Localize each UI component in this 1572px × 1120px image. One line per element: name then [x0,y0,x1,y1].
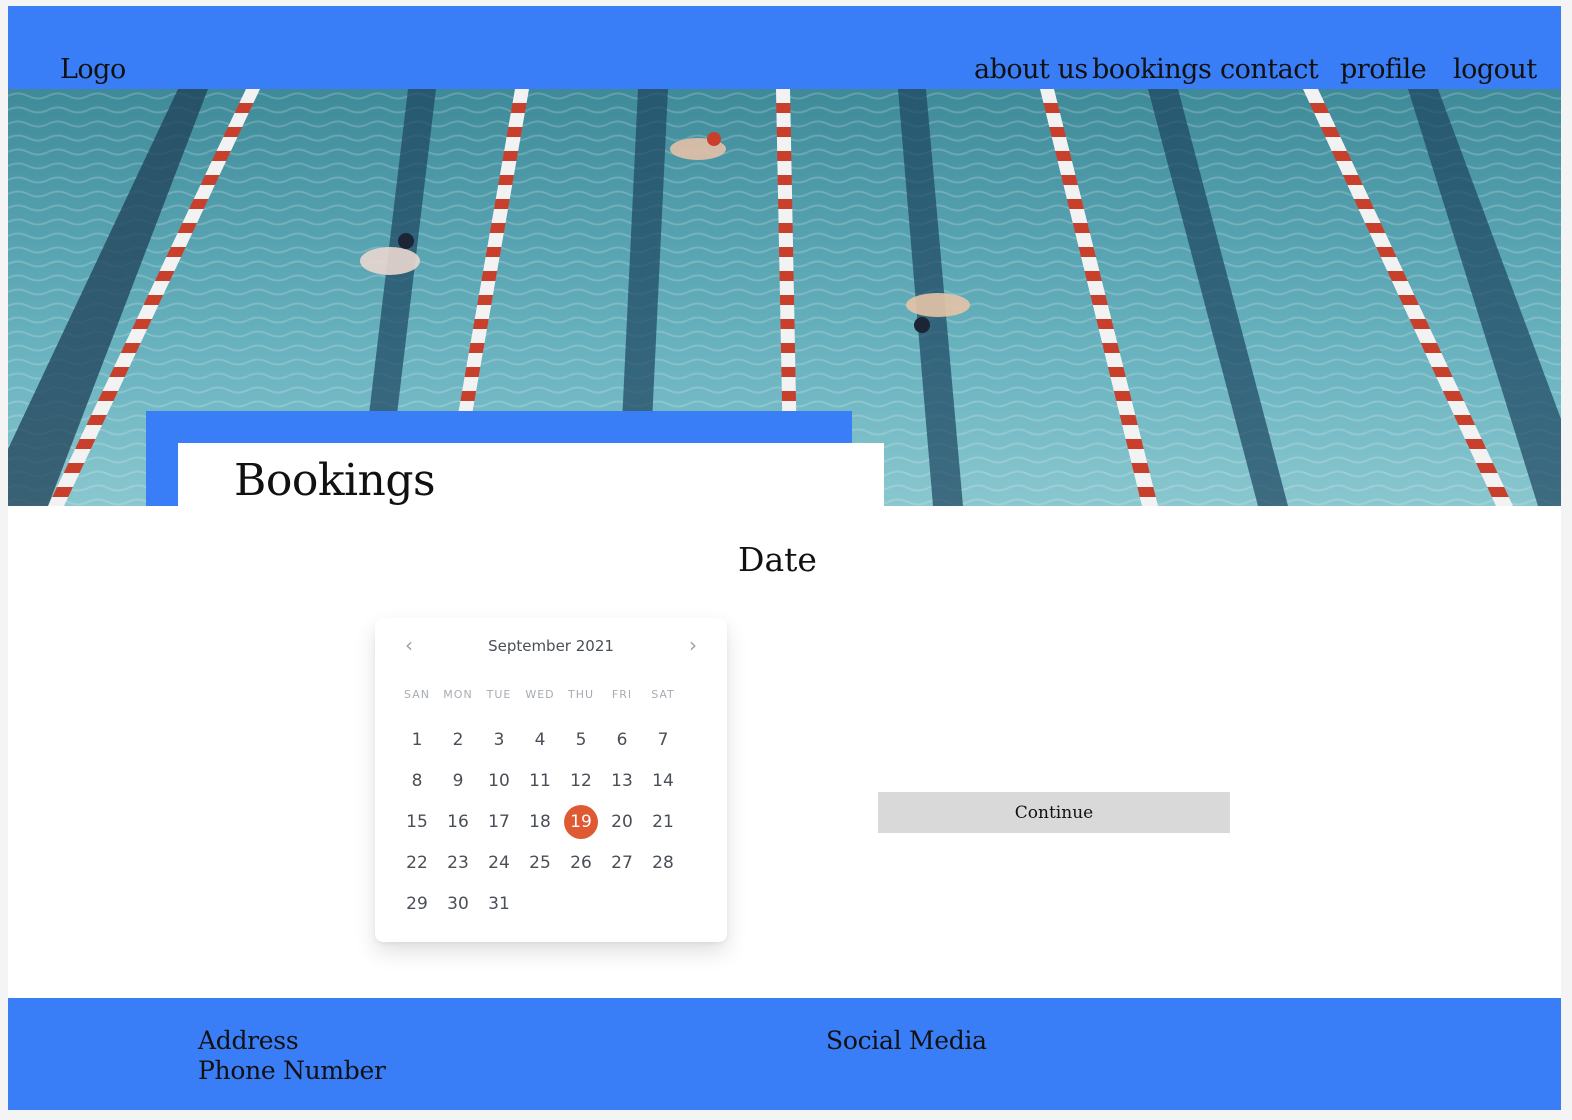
date-picker-calendar: ‹ September 2021 › SAN MON TUE WED THU F… [375,618,727,942]
calendar-day-selected[interactable]: 19 [564,805,598,839]
calendar-day[interactable]: 26 [564,846,598,880]
nav-about-us[interactable]: about us [974,54,1088,85]
calendar-day[interactable]: 18 [523,805,557,839]
chevron-right-icon[interactable]: › [681,633,705,657]
calendar-day[interactable]: 5 [564,723,598,757]
calendar-day[interactable]: 16 [441,805,475,839]
site-footer: Address Phone Number Social Media [8,998,1561,1110]
calendar-day[interactable]: 24 [482,846,516,880]
calendar-day[interactable]: 21 [646,805,680,839]
calendar-day[interactable]: 3 [482,723,516,757]
nav-bookings[interactable]: bookings [1092,54,1212,85]
footer-address: Address [198,1026,299,1055]
footer-phone: Phone Number [198,1056,386,1085]
weekday-label: MON [443,688,473,701]
nav-contact[interactable]: contact [1220,54,1319,85]
calendar-day[interactable]: 31 [482,887,516,921]
calendar-day[interactable]: 7 [646,723,680,757]
calendar-day[interactable]: 12 [564,764,598,798]
calendar-day[interactable]: 14 [646,764,680,798]
weekday-label: SAN [404,688,430,701]
page-title: Bookings [234,455,436,506]
nav-logout[interactable]: logout [1453,54,1537,85]
weekday-label: FRI [611,688,633,701]
calendar-day[interactable]: 25 [523,846,557,880]
logo[interactable]: Logo [60,54,126,85]
weekday-label: SAT [651,688,675,701]
calendar-day[interactable]: 29 [400,887,434,921]
calendar-day[interactable]: 6 [605,723,639,757]
nav-profile[interactable]: profile [1340,54,1427,85]
calendar-month-label: September 2021 [488,637,614,655]
calendar-day[interactable]: 10 [482,764,516,798]
calendar-day[interactable]: 27 [605,846,639,880]
weekday-label: WED [525,688,555,701]
calendar-day[interactable]: 2 [441,723,475,757]
title-card: Bookings [178,443,884,506]
date-section-title: Date [738,540,817,579]
calendar-day[interactable]: 1 [400,723,434,757]
page-frame: Logo about us bookings contact profile l… [8,6,1561,1110]
footer-social-media: Social Media [826,1026,987,1055]
calendar-day[interactable]: 9 [441,764,475,798]
calendar-day[interactable]: 11 [523,764,557,798]
calendar-day[interactable]: 15 [400,805,434,839]
calendar-day[interactable]: 13 [605,764,639,798]
continue-button[interactable]: Continue [878,792,1230,833]
site-header: Logo about us bookings contact profile l… [8,6,1561,89]
calendar-day[interactable]: 28 [646,846,680,880]
weekday-label: THU [567,688,595,701]
calendar-day[interactable]: 17 [482,805,516,839]
calendar-day[interactable]: 22 [400,846,434,880]
weekday-label: TUE [486,688,512,701]
calendar-day[interactable]: 8 [400,764,434,798]
calendar-day[interactable]: 4 [523,723,557,757]
calendar-day[interactable]: 30 [441,887,475,921]
calendar-day[interactable]: 23 [441,846,475,880]
calendar-day[interactable]: 20 [605,805,639,839]
